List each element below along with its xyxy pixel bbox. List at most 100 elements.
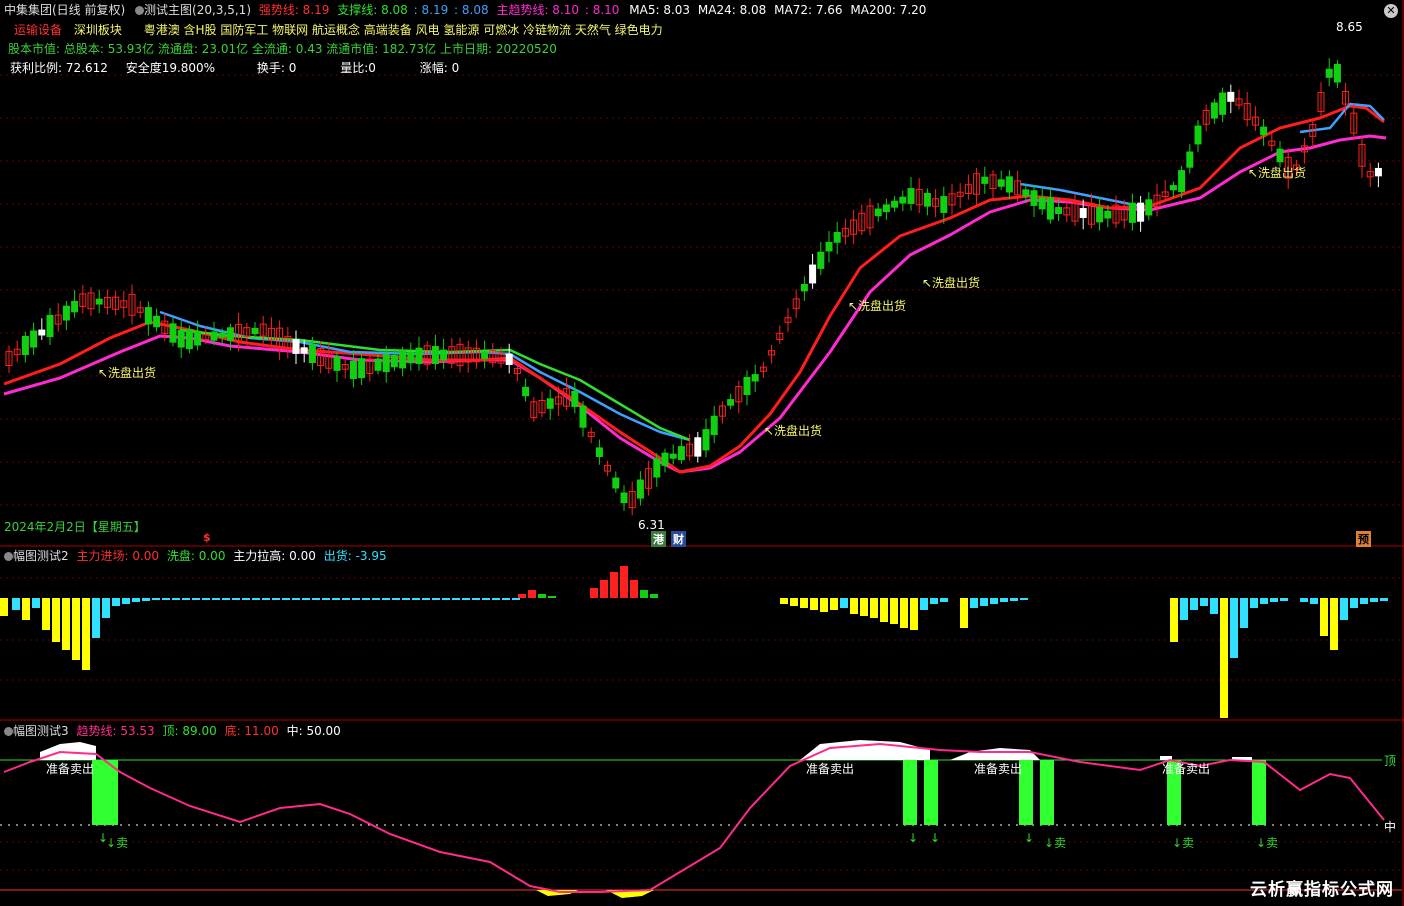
oscillator-bar <box>590 588 598 598</box>
candle-body <box>177 329 185 348</box>
oscillator-bar <box>112 598 120 606</box>
concept-tags[interactable]: 粤港澳 含H股 国防军工 物联网 航运概念 高端装备 风电 氢能源 可燃冰 冷链… <box>144 23 663 37</box>
badge-dollar[interactable]: $ <box>201 531 213 544</box>
oscillator-bar <box>860 598 868 616</box>
oscillator-bar <box>202 598 210 600</box>
support-line <box>159 310 691 442</box>
oscillator-bar <box>810 598 818 610</box>
oscillator-bar <box>960 598 968 628</box>
oscillator-bar <box>1260 598 1268 604</box>
oscillator-bar <box>630 580 638 598</box>
oscillator-bar <box>172 598 180 600</box>
panel3-mid: 中: 50.00 <box>286 724 341 738</box>
candle-body <box>1260 126 1268 136</box>
candle-body <box>1096 206 1104 223</box>
settings-dot-icon[interactable] <box>135 6 145 15</box>
turnover: 换手: 0 <box>256 61 297 75</box>
panel2-out: 出货: -3.95 <box>323 549 387 563</box>
badge-hk[interactable]: 港 <box>651 531 666 547</box>
oscillator-bar <box>302 598 310 600</box>
oscillator-bar <box>492 598 500 600</box>
panel2-settings-icon[interactable] <box>4 552 13 561</box>
oscillator-bar <box>1380 598 1388 601</box>
sep-value-3: : 8.10 <box>584 3 620 17</box>
overbought-fill <box>40 742 96 760</box>
candle-body <box>612 477 620 489</box>
candle-body <box>1219 92 1227 115</box>
ma5-value: MA5: 8.03 <box>629 3 691 17</box>
sell-signal-bar <box>903 760 917 825</box>
candle-body <box>1005 176 1013 193</box>
candle-body <box>907 188 915 204</box>
candle-body <box>1169 185 1177 191</box>
candle-body <box>899 196 907 204</box>
oscillator-bar <box>412 598 420 600</box>
overbought-fill <box>800 740 930 760</box>
wash-label-4: ↖洗盘出货 <box>922 276 981 290</box>
oscillator-bar <box>422 598 430 600</box>
ready-sell-3: 准备卖出 <box>974 762 1023 776</box>
candle-body <box>431 345 439 365</box>
oscillator-bar <box>252 598 260 600</box>
sell-signal-bar <box>924 760 938 825</box>
oscillator-bar <box>1210 598 1218 614</box>
oscillator-bar <box>32 598 40 608</box>
candle-body <box>1194 125 1202 145</box>
volume-ratio: 量比:0 <box>340 61 376 75</box>
oscillator-bar <box>62 598 70 650</box>
sep-value-2: : 8.08 <box>454 3 489 17</box>
oscillator-bar <box>402 598 410 600</box>
candle-body <box>874 208 882 217</box>
badge-yu[interactable]: 预 <box>1356 531 1371 547</box>
top-tag: 顶 <box>1384 754 1397 768</box>
oscillator-bar <box>42 598 50 630</box>
panel2-title[interactable]: 幅图测试2 <box>13 549 69 563</box>
candle-body <box>399 350 407 369</box>
panel2-header: 幅图测试2 主力进场: 0.00 洗盘: 0.00 主力拉高: 0.00 出货:… <box>4 549 387 563</box>
candle-body <box>349 360 357 380</box>
candle-body <box>251 327 259 335</box>
oscillator-bar <box>610 572 618 598</box>
watermark: 云析赢指标公式网 <box>1250 880 1394 900</box>
oscillator-bar <box>472 598 480 600</box>
candle-body <box>661 452 669 466</box>
candle-body <box>390 354 398 368</box>
oscillator-bar <box>162 598 170 600</box>
candle-body <box>333 356 341 371</box>
wash-label-2: ↖洗盘出货 <box>764 424 823 438</box>
oscillator-bar <box>1220 598 1228 718</box>
sell-signal-bar <box>92 760 118 825</box>
candle-body <box>1137 202 1145 222</box>
ready-sell-4: 准备卖出 <box>1162 762 1211 776</box>
indicator-name[interactable]: 测试主图(20,3,5,1) <box>144 3 251 17</box>
candle-body <box>481 351 489 360</box>
panel3-settings-icon[interactable] <box>4 727 13 736</box>
oscillator-bar <box>232 598 240 600</box>
close-icon[interactable]: ✕ <box>1384 4 1398 18</box>
candle-body <box>440 349 448 361</box>
candle-body <box>1186 151 1194 168</box>
industry-tag[interactable]: 运输设备 <box>14 23 62 37</box>
support-line-value: 支撑线: 8.08 <box>337 3 408 17</box>
stock-title[interactable]: 中集集团(日线 前复权) <box>4 3 125 17</box>
oscillator-bar <box>1270 598 1278 602</box>
candle-body <box>710 415 718 436</box>
sell-signal-1: ↓卖 <box>106 836 129 850</box>
sell-text-4: 卖 <box>1266 836 1279 850</box>
oscillator-bar <box>102 598 110 618</box>
panel3-title[interactable]: 幅图测试3 <box>13 724 69 738</box>
candle-body <box>546 398 554 409</box>
board-tag[interactable]: 深圳板块 <box>74 23 122 37</box>
oscillator-bar <box>1020 598 1028 600</box>
oscillator-bar <box>22 598 30 620</box>
panel2-main-in: 主力进场: 0.00 <box>76 549 160 563</box>
oscillator-bar <box>1000 598 1008 602</box>
oscillator-bar <box>930 598 938 604</box>
oscillator-bar <box>940 598 948 602</box>
panel2-pull: 主力拉高: 0.00 <box>233 549 316 563</box>
candle-body <box>653 458 661 478</box>
badge-cai[interactable]: 财 <box>671 531 686 547</box>
oscillator-bar <box>452 598 460 600</box>
candle-body <box>1030 190 1038 206</box>
down-arrow-icon: ↓ <box>930 831 940 845</box>
